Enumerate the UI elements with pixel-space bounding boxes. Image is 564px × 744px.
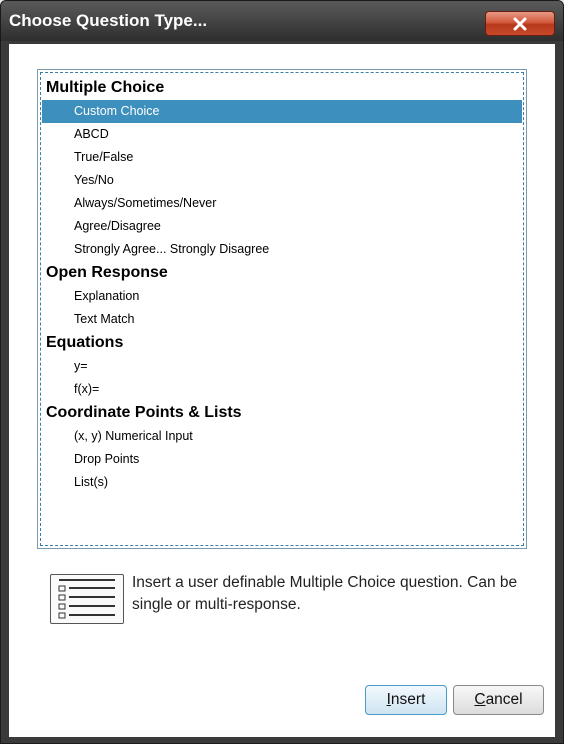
close-icon (513, 17, 527, 30)
list-item[interactable]: Text Match (42, 308, 522, 331)
list-item[interactable]: List(s) (42, 471, 522, 494)
list-item[interactable]: Agree/Disagree (42, 215, 522, 238)
cancel-mnemonic: C (474, 691, 486, 708)
dialog-title: Choose Question Type... (9, 11, 208, 30)
list-item[interactable]: Yes/No (42, 169, 522, 192)
list-item[interactable]: Drop Points (42, 448, 522, 471)
dialog-window: Choose Question Type... Multiple Choice C… (0, 0, 564, 744)
group-header: Equations (46, 334, 124, 351)
group-header: Multiple Choice (46, 79, 165, 96)
group-header: Open Response (46, 264, 168, 281)
description-text: Insert a user definable Multiple Choice … (132, 574, 518, 613)
question-type-list[interactable]: Multiple Choice Custom Choice ABCD True/Fal… (37, 69, 527, 549)
list-item[interactable]: f(x)= (42, 378, 522, 401)
list-item[interactable]: Strongly Agree... Strongly Disagree (42, 238, 522, 261)
list-item[interactable]: ABCD (42, 123, 522, 146)
question-type-list-content: Multiple Choice Custom Choice ABCD True/Fal… (42, 76, 522, 494)
insert-button[interactable]: Insert (365, 685, 447, 715)
multiple-choice-list-icon (50, 574, 124, 624)
close-button[interactable] (485, 11, 555, 36)
group-header: Coordinate Points & Lists (46, 404, 242, 421)
dialog-body: Multiple Choice Custom Choice ABCD True/Fal… (9, 44, 555, 737)
cancel-label: ancel (485, 691, 523, 708)
list-item[interactable]: Custom Choice (42, 100, 522, 123)
insert-label: nsert (390, 691, 426, 708)
cancel-button[interactable]: Cancel (453, 685, 544, 715)
list-item[interactable]: (x, y) Numerical Input (42, 425, 522, 448)
list-item[interactable]: Explanation (42, 285, 522, 308)
list-item[interactable]: True/False (42, 146, 522, 169)
list-item[interactable]: y= (42, 355, 522, 378)
title-bar[interactable]: Choose Question Type... (1, 1, 563, 41)
list-item[interactable]: Always/Sometimes/Never (42, 192, 522, 215)
